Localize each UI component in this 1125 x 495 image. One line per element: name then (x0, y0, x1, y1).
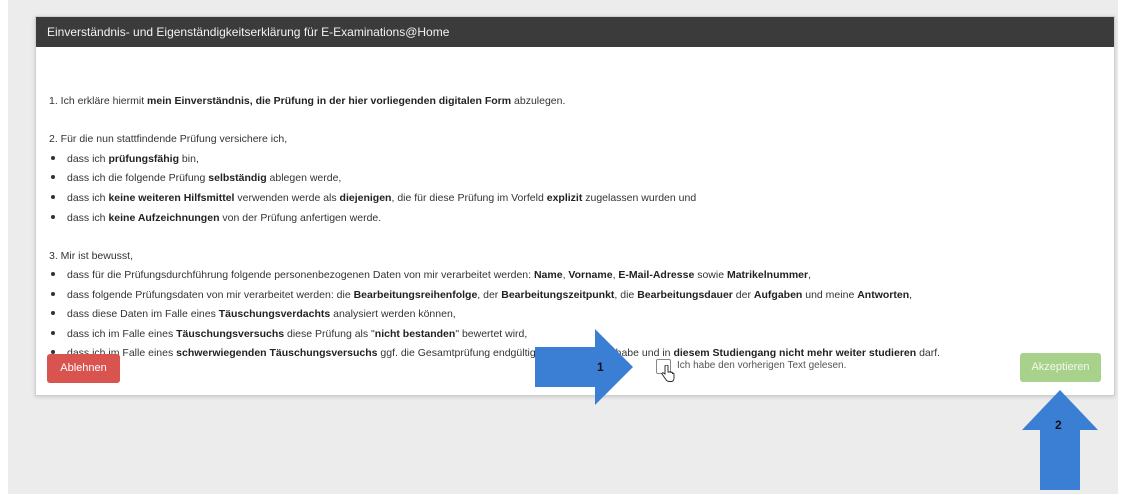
list-item: dass ich keine weiteren Hilfsmittel verw… (49, 192, 696, 204)
section-3-heading: 3. Mir ist bewusst, (49, 250, 134, 262)
annotation-arrow-1: 1 (535, 329, 633, 410)
list-item: dass ich prüfungsfähig bin, (49, 153, 199, 165)
accept-button[interactable]: Akzeptieren (1020, 353, 1101, 382)
bullet-icon (51, 215, 55, 220)
bullet-icon (51, 156, 55, 161)
list-item: dass ich die folgende Prüfung selbständi… (49, 172, 341, 184)
annotation-arrow-2: 2 (1022, 390, 1098, 495)
list-item: dass ich im Falle eines schwerwiegenden … (49, 347, 940, 359)
bullet-icon (51, 311, 55, 316)
hand-cursor-icon (661, 365, 675, 382)
right-arrow-icon (535, 329, 633, 405)
dialog-title: Einverständnis- und Eigenständigkeitserk… (36, 17, 1114, 47)
bullet-icon (51, 331, 55, 336)
bullet-icon (51, 292, 55, 297)
bullet-icon (51, 272, 55, 277)
reject-button[interactable]: Ablehnen (47, 354, 120, 383)
read-confirmation-label[interactable]: Ich habe den vorherigen Text gelesen. (677, 360, 846, 371)
arrow-2-number: 2 (1055, 418, 1062, 432)
bullet-icon (51, 175, 55, 180)
arrow-1-number: 1 (597, 360, 604, 374)
list-item: dass für die Prüfungsdurchführung folgen… (49, 269, 811, 281)
up-arrow-icon (1022, 390, 1098, 490)
list-item: dass ich im Falle eines Täuschungsversuc… (49, 328, 527, 340)
list-item: dass ich keine Aufzeichnungen von der Pr… (49, 212, 381, 224)
list-item: dass diese Daten im Falle eines Täuschun… (49, 308, 456, 320)
list-item: dass folgende Prüfungsdaten von mir vera… (49, 289, 912, 301)
bullet-icon (51, 195, 55, 200)
section-1-text: 1. Ich erkläre hiermit mein Einverständn… (49, 95, 566, 107)
section-2-heading: 2. Für die nun stattfindende Prüfung ver… (49, 133, 288, 145)
